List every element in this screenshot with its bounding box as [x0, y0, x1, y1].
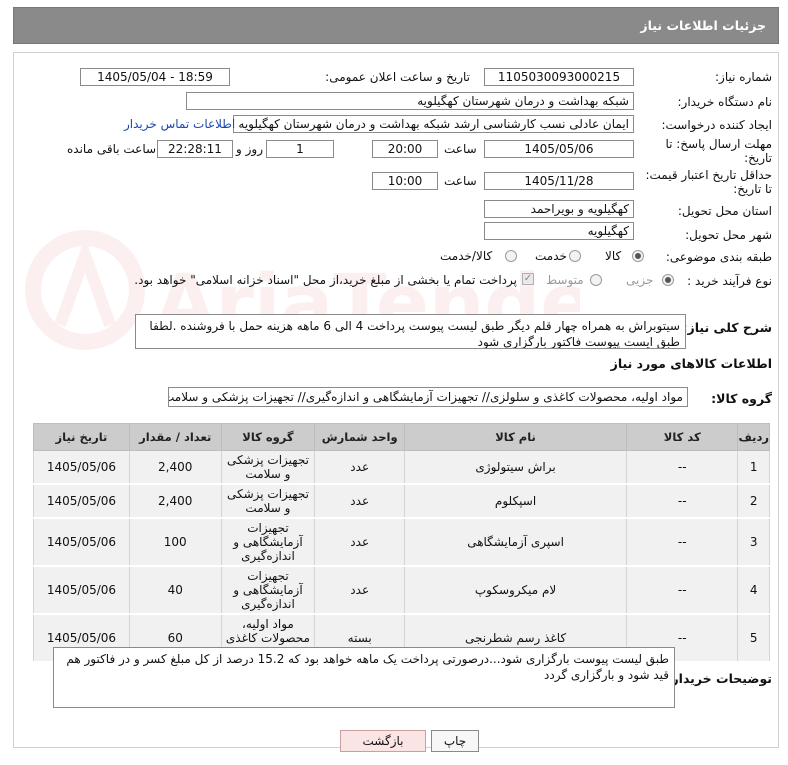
price-validity-time-field[interactable]: 10:00: [372, 172, 438, 190]
cell-unit: عدد: [314, 450, 406, 485]
goods-section-title: اطلاعات کالاهای مورد نیاز: [610, 356, 772, 371]
general-desc-field[interactable]: سیتوبراش به همراه چهار قلم دیگر طبق لیست…: [135, 314, 686, 349]
goods-group-field[interactable]: مواد اولیه، محصولات کاغذی و سلولزی// تجه…: [168, 387, 688, 407]
treasury-payment-note: پرداخت تمام یا بخشی از مبلغ خرید،از محل …: [134, 273, 517, 287]
reply-time-label: ساعت: [444, 142, 477, 156]
table-row[interactable]: 4 -- لام میکروسکوپ عدد تجهیزات آزمایشگاه…: [33, 565, 770, 615]
table-row[interactable]: 2 -- اسپکلوم عدد تجهیزات پزشکی و سلامت 2…: [33, 483, 770, 519]
cell-name: اسپری آزمایشگاهی: [404, 517, 628, 567]
price-validity-label-1: حداقل تاریخ اعتبار قیمت:: [645, 168, 772, 182]
cell-date: 1405/05/06: [33, 517, 130, 567]
reply-time-field[interactable]: 20:00: [372, 140, 438, 158]
reply-days-label: روز و: [236, 142, 263, 156]
cell-row: 2: [737, 483, 770, 519]
page-header: جزئیات اطلاعات نیاز: [13, 7, 779, 44]
page-title: جزئیات اطلاعات نیاز: [640, 18, 766, 33]
col-header-date: تاریخ نیاز: [33, 423, 130, 451]
process-option-minor: جزیی: [626, 273, 654, 287]
cell-name: لام میکروسکوپ: [404, 565, 628, 615]
cell-group: تجهیزات آزمایشگاهی و اندازه‌گیری: [220, 565, 316, 615]
process-radio-medium[interactable]: [590, 274, 602, 286]
col-header-row: ردیف: [737, 423, 770, 451]
cell-group: تجهیزات پزشکی و سلامت: [220, 450, 316, 485]
reply-days-field[interactable]: 1: [266, 140, 334, 158]
cell-name: اسپکلوم: [404, 483, 628, 519]
process-radio-minor[interactable]: [662, 274, 674, 286]
cell-row: 5: [737, 613, 770, 663]
requester-label: ایجاد کننده درخواست:: [661, 118, 772, 132]
category-option-goods-service: کالا/خدمت: [440, 249, 493, 263]
col-header-unit: واحد شمارش: [314, 423, 406, 451]
buyer-contact-link[interactable]: اطلاعات تماس خریدار: [124, 117, 235, 131]
price-validity-time-label: ساعت: [444, 174, 477, 188]
category-radio-service[interactable]: [569, 250, 581, 262]
cell-qty: 40: [128, 565, 222, 615]
province-label: استان محل تحویل:: [677, 204, 772, 218]
cell-row: 1: [737, 450, 770, 485]
cell-unit: عدد: [314, 517, 406, 567]
cell-unit: عدد: [314, 483, 406, 519]
cell-qty: 100: [128, 517, 222, 567]
cell-row: 4: [737, 565, 770, 615]
city-label: شهر محل تحویل:: [685, 228, 772, 242]
buyer-org-label: نام دستگاه خریدار:: [677, 95, 773, 109]
category-radio-goods[interactable]: [632, 250, 644, 262]
buyer-notes-label: توضیحات خریدار:: [666, 671, 772, 686]
cell-date: 1405/05/06: [33, 450, 130, 485]
table-row[interactable]: 3 -- اسپری آزمایشگاهی عدد تجهیزات آزمایش…: [33, 517, 770, 567]
need-number-label: شماره نیاز:: [715, 70, 772, 84]
buyer-org-field[interactable]: شبکه بهداشت و درمان شهرستان کهگیلویه: [186, 92, 634, 110]
buyer-notes-field[interactable]: طبق لیست پیوست بارگزاری شود...درصورتی پر…: [53, 647, 675, 708]
province-field[interactable]: کهگیلویه و بویراحمد: [484, 200, 634, 218]
cell-row: 3: [737, 517, 770, 567]
price-validity-date-field[interactable]: 1405/11/28: [484, 172, 634, 190]
cell-qty: 2,400: [128, 450, 222, 485]
cell-code: --: [626, 517, 739, 567]
cell-group: تجهیزات پزشکی و سلامت: [220, 483, 316, 519]
reply-remaining-label: ساعت باقی مانده: [67, 142, 157, 156]
print-button[interactable]: چاپ: [431, 730, 479, 752]
reply-deadline-label-1: مهلت ارسال پاسخ: تا: [665, 137, 772, 151]
cell-code: --: [626, 565, 739, 615]
need-number-field[interactable]: 1105030093000215: [484, 68, 634, 86]
category-option-service: خدمت: [535, 249, 567, 263]
requester-field[interactable]: ایمان عادلی نسب کارشناسی ارشد شبکه بهداش…: [233, 115, 634, 133]
goods-group-label: گروه کالا:: [711, 391, 772, 406]
cell-code: --: [626, 483, 739, 519]
col-header-qty: تعداد / مقدار: [128, 423, 222, 451]
reply-deadline-label-2: تاریخ:: [744, 151, 772, 165]
cell-code: --: [626, 450, 739, 485]
announce-label: تاریخ و ساعت اعلان عمومی:: [325, 70, 470, 84]
general-desc-label: شرح کلی نیاز:: [682, 320, 772, 335]
category-label: طبقه بندی موضوعی:: [665, 250, 772, 264]
treasury-payment-checkbox[interactable]: ✓: [522, 273, 534, 285]
city-field[interactable]: کهگیلویه: [484, 222, 634, 240]
category-radio-goods-service[interactable]: [505, 250, 517, 262]
process-label: نوع فرآیند خرید :: [687, 274, 772, 288]
cell-qty: 2,400: [128, 483, 222, 519]
cell-date: 1405/05/06: [33, 483, 130, 519]
cell-date: 1405/05/06: [33, 565, 130, 615]
cell-group: تجهیزات آزمایشگاهی و اندازه‌گیری: [220, 517, 316, 567]
cell-unit: عدد: [314, 565, 406, 615]
back-button[interactable]: بازگشت: [340, 730, 426, 752]
price-validity-label-2: تا تاریخ:: [733, 182, 772, 196]
col-header-name: نام کالا: [404, 423, 628, 451]
goods-table: ردیف کد کالا نام کالا واحد شمارش گروه کا…: [33, 423, 770, 663]
col-header-code: کد کالا: [626, 423, 739, 451]
table-row[interactable]: 1 -- براش سیتولوژی عدد تجهیزات پزشکی و س…: [33, 450, 770, 485]
reply-date-field[interactable]: 1405/05/06: [484, 140, 634, 158]
process-option-medium: متوسط: [546, 273, 584, 287]
cell-name: براش سیتولوژی: [404, 450, 628, 485]
announce-field[interactable]: 1405/05/04 - 18:59: [80, 68, 230, 86]
category-option-goods: کالا: [605, 249, 622, 263]
reply-remaining-field[interactable]: 22:28:11: [157, 140, 233, 158]
col-header-group: گروه کالا: [220, 423, 316, 451]
